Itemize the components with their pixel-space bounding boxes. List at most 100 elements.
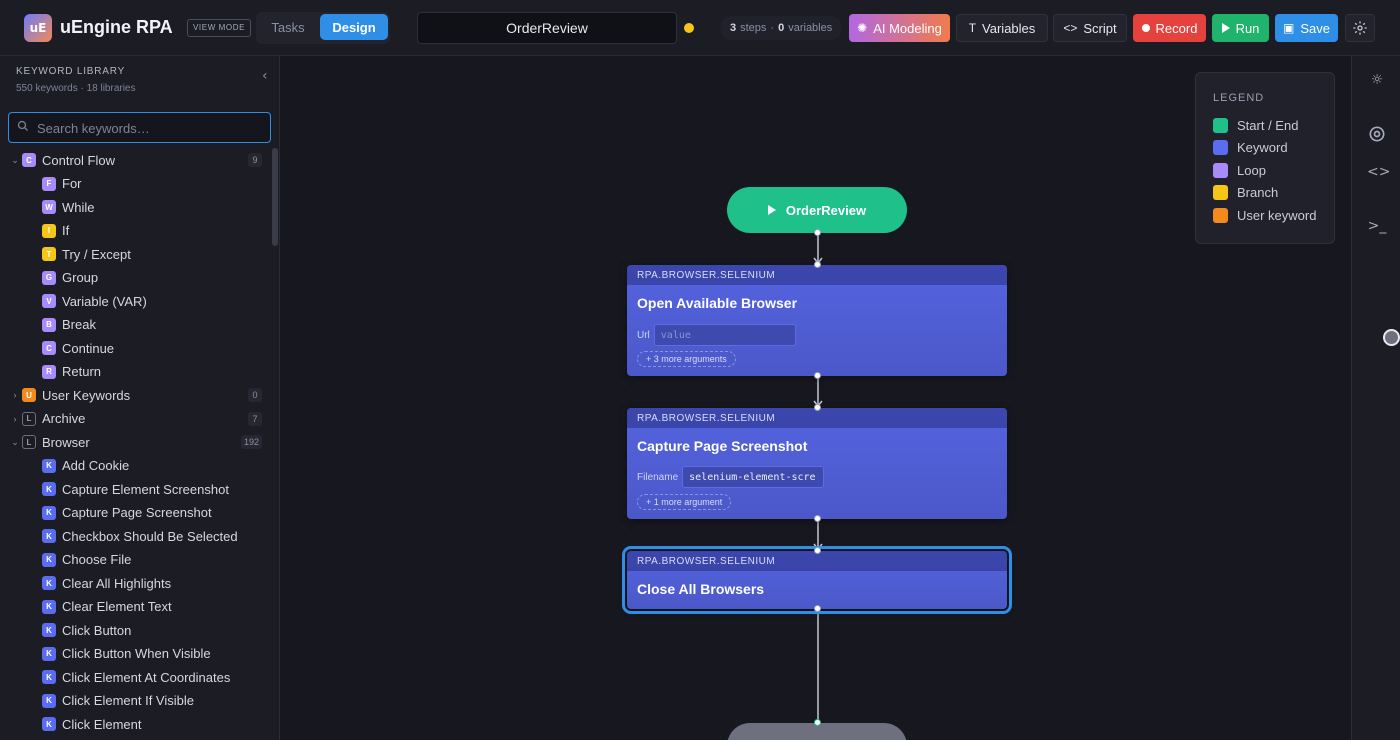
keyword-item[interactable]: R Return (42, 361, 270, 383)
keyword-item[interactable]: C Continue (42, 337, 270, 359)
keyword-item[interactable]: T Try / Except (42, 243, 270, 265)
legend-swatch (1213, 162, 1228, 178)
keyword-label: Choose File (62, 552, 132, 567)
node-port[interactable] (814, 719, 821, 726)
tree-group-archive[interactable]: › L Archive 7 (8, 408, 272, 430)
ai-modeling-label: AI Modeling (873, 20, 942, 36)
tree-scrollbar[interactable] (272, 148, 278, 246)
tree-group-control-flow[interactable]: ⌄ C Control Flow 9 (8, 149, 272, 171)
node-port[interactable] (814, 229, 821, 236)
tab-tasks[interactable]: Tasks (258, 14, 318, 40)
keyword-item[interactable]: K Click Element At Coordinates (42, 666, 270, 688)
group-label: Archive (42, 411, 86, 426)
tree-group-user-keywords[interactable]: › U User Keywords 0 (8, 384, 272, 406)
panel-resize-handle[interactable] (1383, 329, 1400, 346)
keyword-library-panel: KEYWORD LIBRARY 550 keywords · 18 librar… (0, 56, 280, 740)
keyword-item[interactable]: F For (42, 173, 270, 195)
group-count: 9 (248, 153, 262, 167)
node-title: Close All Browsers (637, 581, 765, 597)
node-port[interactable] (814, 261, 821, 268)
chevron-right-icon[interactable]: › (8, 414, 22, 424)
start-node[interactable]: OrderReview (727, 187, 907, 233)
more-arguments-button[interactable]: + 3 more arguments (637, 351, 736, 367)
chevron-down-icon[interactable]: ⌄ (8, 437, 22, 448)
keyword-badge: R (42, 364, 56, 379)
filename-arg-input[interactable] (682, 466, 825, 488)
node-port[interactable] (814, 404, 821, 411)
keyword-item[interactable]: V Variable (VAR) (42, 290, 270, 312)
keyword-node-capture-screenshot[interactable]: RPA.BROWSER.SELENIUM Capture Page Screen… (627, 408, 1007, 519)
legend-label: User keyword (1237, 207, 1317, 223)
keyword-item[interactable]: K Capture Element Screenshot (42, 478, 270, 500)
keyword-badge: B (42, 317, 56, 332)
keyword-item[interactable]: K Choose File (42, 549, 270, 571)
keyword-item[interactable]: K Click Element If Visible (42, 690, 270, 712)
node-port[interactable] (814, 547, 821, 554)
keyword-item[interactable]: G Group (42, 267, 270, 289)
app-title: uEngine RPA (60, 17, 173, 37)
node-library: RPA.BROWSER.SELENIUM (627, 265, 1007, 285)
keyword-badge: K (42, 693, 56, 708)
legend-item: User keyword (1213, 207, 1316, 223)
ai-modeling-button[interactable]: ✺ AI Modeling (849, 14, 950, 42)
theme-icon[interactable]: ☼ (1367, 72, 1387, 92)
task-name-field[interactable]: OrderReview (417, 12, 677, 44)
keyword-node-open-browser[interactable]: RPA.BROWSER.SELENIUM Open Available Brow… (627, 265, 1007, 376)
settings-button[interactable] (1345, 14, 1375, 42)
keyword-label: Clear All Highlights (62, 575, 172, 591)
keyword-label: Click Button (62, 622, 132, 638)
save-button[interactable]: ▣ Save (1275, 14, 1338, 42)
tree-group-browser[interactable]: ⌄ L Browser 192 (8, 431, 272, 453)
keyword-badge: F (42, 176, 56, 191)
variables-button[interactable]: T Variables (956, 14, 1048, 42)
node-port[interactable] (814, 605, 821, 612)
keyword-item[interactable]: I If (42, 220, 270, 242)
keyword-label: Group (62, 270, 99, 285)
arg-row: Filename (637, 466, 825, 488)
keyword-item[interactable]: W While (42, 196, 270, 218)
terminal-icon[interactable]: >_ (1367, 218, 1387, 238)
legend-label: Start / End (1237, 117, 1299, 133)
keyword-item[interactable]: K Capture Page Screenshot (42, 502, 270, 524)
node-port[interactable] (814, 515, 821, 522)
collapse-panel-icon[interactable]: ‹ (262, 68, 268, 84)
chevron-down-icon[interactable]: ⌄ (8, 155, 22, 166)
keyword-badge: V (42, 294, 56, 308)
keyword-item[interactable]: K Click Button (42, 619, 270, 641)
keyword-badge: G (42, 270, 56, 285)
keyword-item[interactable]: K Clear Element Text (42, 596, 270, 618)
tab-design[interactable]: Design (320, 14, 388, 40)
keyword-item[interactable]: K Checkbox Should Be Selected (42, 525, 270, 547)
keyword-node-close-browsers[interactable]: RPA.BROWSER.SELENIUM Close All Browsers (622, 546, 1012, 614)
run-button[interactable]: Run (1212, 14, 1269, 42)
keyword-item[interactable]: K Add Cookie (42, 455, 270, 477)
script-button[interactable]: <> Script (1053, 14, 1127, 42)
keyword-item[interactable]: K Clear All Highlights (42, 572, 270, 594)
node-title: Capture Page Screenshot (637, 438, 808, 454)
keyword-label: If (62, 223, 70, 238)
arg-label: Url (637, 329, 650, 341)
library-subtitle: 550 keywords · 18 libraries (16, 83, 136, 94)
search-input[interactable] (37, 118, 262, 138)
gear-icon[interactable] (1367, 124, 1387, 144)
steps-count: 3 (730, 22, 737, 34)
keyword-item[interactable]: B Break (42, 314, 270, 336)
group-count: 7 (248, 411, 262, 426)
keyword-label: Click Element (62, 716, 142, 732)
play-icon (767, 205, 776, 215)
flow-stats: 3 steps · 0 variables (720, 16, 843, 40)
legend-panel: LEGEND Start / End Keyword Loop Branch User … (1195, 72, 1335, 244)
script-label: Script (1083, 20, 1117, 36)
chevron-right-icon[interactable]: › (8, 390, 22, 400)
keyword-item[interactable]: K Click Element (42, 713, 270, 735)
group-count: 192 (240, 435, 262, 449)
more-arguments-button[interactable]: + 1 more argument (637, 494, 732, 510)
view-mode-badge: VIEW MODE (187, 19, 252, 37)
keyword-item[interactable]: K Click Button When Visible (42, 643, 270, 665)
node-port[interactable] (814, 372, 821, 379)
keyword-label: Return (62, 364, 102, 379)
url-arg-input[interactable] (653, 324, 796, 346)
group-label: Control Flow (42, 152, 115, 168)
code-icon[interactable]: <> (1367, 164, 1390, 184)
record-button[interactable]: Record (1133, 14, 1206, 42)
